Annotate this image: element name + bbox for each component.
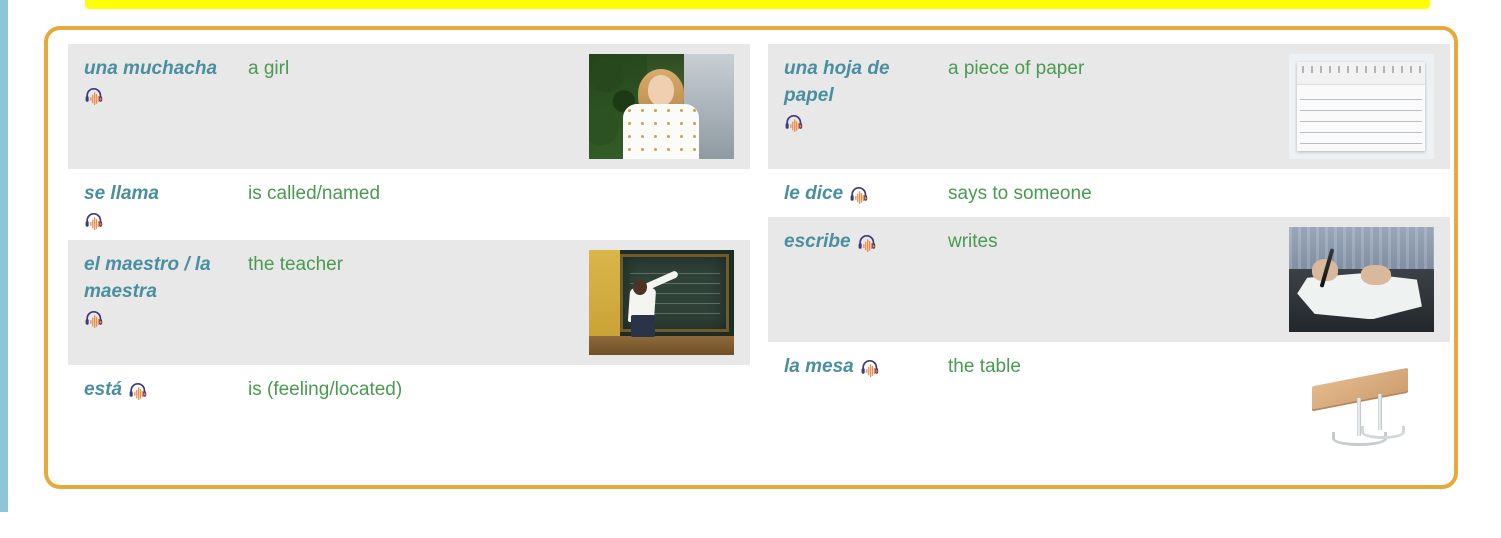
vocabulary-row: está is (feeling/located) <box>68 365 750 413</box>
left-accent-bar <box>0 0 8 512</box>
audio-play-icon[interactable] <box>860 357 886 377</box>
spanish-term-text: la mesa <box>784 356 854 377</box>
vocabulary-row: el maestro / la maestra the teacher <box>68 240 750 365</box>
vocabulary-page: una muchacha a girl se llama is called/name… <box>0 0 1501 538</box>
audio-play-icon[interactable] <box>849 184 875 204</box>
vocabulary-row: una hoja de papel a piece of paper <box>768 44 1450 169</box>
audio-play-icon[interactable] <box>84 85 110 105</box>
right-column: una hoja de papel a piece of paper le dice… <box>768 44 1450 467</box>
vocabulary-image <box>1286 54 1436 159</box>
spanish-term-cell: la mesa <box>784 352 944 380</box>
english-translation-cell: writes <box>948 231 998 252</box>
vocabulary-image <box>1286 352 1436 457</box>
audio-play-icon[interactable] <box>84 210 110 230</box>
spanish-term-cell: una muchacha <box>84 54 244 105</box>
vocabulary-row: se llama is called/named <box>68 169 750 240</box>
yellow-highlight-bar <box>85 0 1430 9</box>
spanish-term-text: una hoja de papel <box>784 58 890 106</box>
vocabulary-image <box>586 250 736 355</box>
vocabulary-image <box>1286 227 1436 332</box>
spanish-term-text: escribe <box>784 231 851 252</box>
audio-play-icon[interactable] <box>128 380 154 400</box>
vocabulary-row: la mesa the table <box>768 342 1450 467</box>
spanish-term-cell: escribe <box>784 227 944 255</box>
vocabulary-row: le dice says to someone <box>768 169 1450 217</box>
english-translation-cell: says to someone <box>948 183 1092 204</box>
spanish-term-text: está <box>84 379 123 400</box>
spanish-term-cell: está <box>84 375 244 403</box>
english-translation-cell: the table <box>948 356 1021 377</box>
left-column: una muchacha a girl se llama is called/name… <box>68 44 750 413</box>
english-translation-cell: is called/named <box>248 183 381 204</box>
english-translation-cell: is (feeling/located) <box>248 379 403 400</box>
vocabulary-row: una muchacha a girl <box>68 44 750 169</box>
spanish-term-text: una muchacha <box>84 58 218 79</box>
spanish-term-cell: una hoja de papel <box>784 54 944 132</box>
spanish-term-cell: le dice <box>784 179 944 207</box>
english-translation-cell: the teacher <box>248 254 344 275</box>
audio-play-icon[interactable] <box>857 232 883 252</box>
vocabulary-image <box>586 54 736 159</box>
english-translation-cell: a piece of paper <box>948 58 1085 79</box>
audio-play-icon[interactable] <box>784 112 810 132</box>
spanish-term-cell: se llama <box>84 179 244 230</box>
english-translation-cell: a girl <box>248 58 290 79</box>
spanish-term-text: el maestro / la maestra <box>84 254 211 302</box>
spanish-term-text: se llama <box>84 183 159 204</box>
audio-play-icon[interactable] <box>84 308 110 328</box>
vocabulary-row: escribe writes <box>768 217 1450 342</box>
spanish-term-text: le dice <box>784 183 844 204</box>
vocabulary-tables: una muchacha a girl se llama is called/name… <box>68 44 1450 474</box>
spanish-term-cell: el maestro / la maestra <box>84 250 244 328</box>
